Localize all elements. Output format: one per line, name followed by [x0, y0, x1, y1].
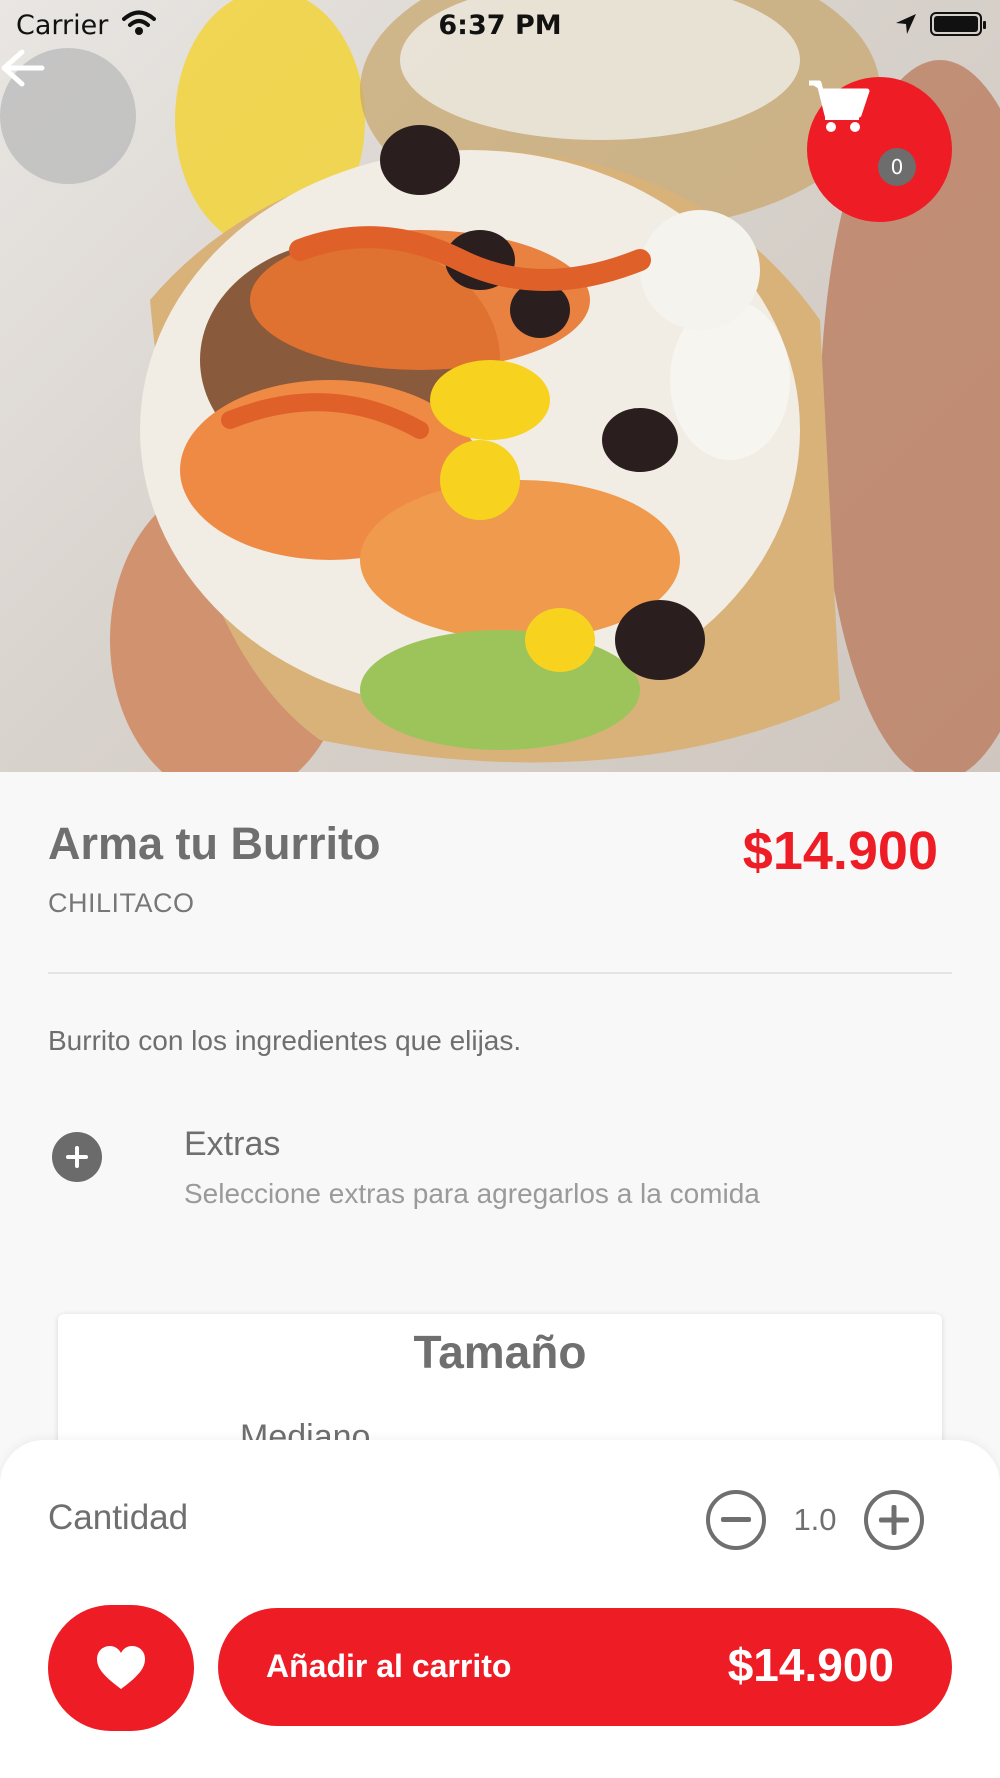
size-title: Tamaño	[413, 1326, 587, 1378]
favorite-button[interactable]	[48, 1605, 194, 1731]
product-title: Arma tu Burrito	[48, 818, 381, 869]
add-to-cart-label: Añadir al carrito	[266, 1648, 512, 1684]
add-to-cart-price: $14.900	[727, 1639, 894, 1691]
quantity-increase-button[interactable]	[864, 1490, 924, 1550]
clock: 6:37 PM	[438, 10, 562, 41]
plus-icon	[879, 1505, 909, 1535]
cart-button[interactable]: 0	[807, 77, 952, 222]
status-bar: Carrier 6:37 PM	[0, 0, 1000, 52]
add-to-cart-button[interactable]: Añadir al carrito $14.900	[218, 1608, 952, 1726]
product-photo: Carrier 6:37 PM 0	[0, 0, 1000, 772]
plus-circle-icon	[66, 1146, 88, 1168]
quantity-label: Cantidad	[48, 1498, 189, 1537]
quantity-value: 1.0	[793, 1502, 837, 1537]
back-button[interactable]	[0, 48, 136, 184]
battery-icon	[930, 12, 986, 36]
add-extras-button[interactable]	[52, 1132, 102, 1182]
quantity-decrease-button[interactable]	[706, 1490, 766, 1550]
arrow-left-icon	[1, 49, 45, 87]
cart-count-badge: 0	[878, 148, 916, 186]
location-arrow-icon	[896, 14, 916, 34]
heart-icon	[97, 1646, 145, 1689]
extras-subtitle: Seleccione extras para agregarlos a la c…	[184, 1178, 760, 1209]
shopping-cart-icon	[809, 80, 870, 132]
extras-title: Extras	[184, 1125, 281, 1163]
divider	[48, 972, 952, 974]
restaurant-name: CHILITACO	[48, 888, 195, 918]
minus-icon	[721, 1517, 751, 1522]
product-price: $14.900	[742, 821, 938, 881]
product-description: Burrito con los ingredientes que elijas.	[48, 1025, 522, 1056]
